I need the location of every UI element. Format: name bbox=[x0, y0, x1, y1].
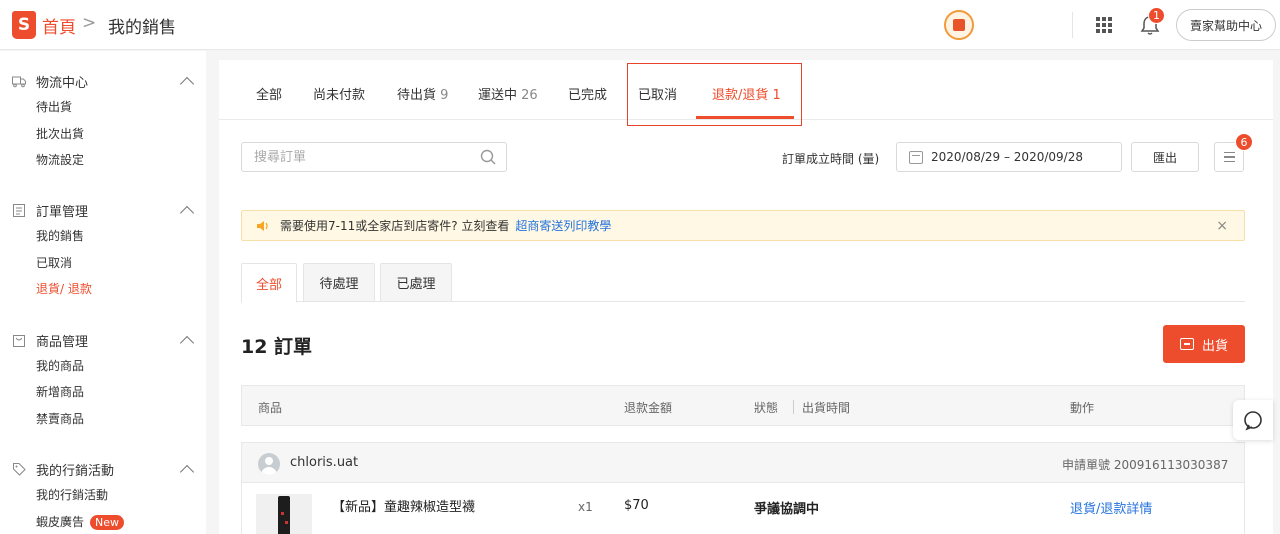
notification-badge: 1 bbox=[1148, 7, 1165, 24]
avatar[interactable] bbox=[258, 453, 280, 475]
column-header-refund-amount: 退款金額 bbox=[624, 401, 673, 415]
product-name: 【新品】童趣辣椒造型襪 bbox=[332, 500, 476, 515]
export-list-badge: 6 bbox=[1235, 133, 1253, 151]
refund-amount: $70 bbox=[624, 498, 649, 513]
order-count: 12 訂單 bbox=[241, 336, 313, 358]
subtab-pending[interactable]: 待處理 bbox=[303, 263, 375, 301]
sidebar-section-title: 訂單管理 bbox=[36, 204, 89, 220]
sidebar-item-label: 蝦皮廣告 bbox=[36, 515, 85, 529]
apps-grid-icon[interactable] bbox=[1096, 17, 1112, 33]
seller-help-center-button[interactable]: 賣家幫助中心 bbox=[1176, 9, 1276, 41]
speaker-icon bbox=[257, 220, 268, 231]
product-image[interactable] bbox=[256, 494, 312, 534]
close-icon[interactable]: × bbox=[1216, 218, 1228, 234]
printer-icon bbox=[1179, 338, 1194, 350]
chevron-up-icon[interactable] bbox=[179, 464, 195, 479]
tag-icon bbox=[12, 462, 26, 476]
column-header-action: 動作 bbox=[1070, 401, 1095, 415]
subtab-processed[interactable]: 已處理 bbox=[380, 263, 452, 301]
sidebar-section-title: 商品管理 bbox=[36, 334, 89, 350]
subtab-all[interactable]: 全部 bbox=[241, 263, 297, 303]
sidebar-item-my-sales[interactable]: 我的銷售 bbox=[36, 227, 84, 244]
ship-button[interactable]: 出貨 bbox=[1163, 325, 1245, 363]
header-divider bbox=[1072, 12, 1073, 38]
tab-unpaid[interactable]: 尚未付款 bbox=[313, 84, 365, 103]
order-status-tabs: 全部 尚未付款 待出貨 9 運送中 26 已完成 已取消 退款/退貨 1 bbox=[219, 60, 1273, 126]
product-quantity: x1 bbox=[578, 500, 593, 514]
sidebar-section-header[interactable]: 我的行銷活動 bbox=[12, 459, 195, 479]
bag-icon bbox=[12, 333, 26, 347]
notice-text: 需要使用7-11或全家店到店寄件? 立刻查看 bbox=[280, 219, 510, 233]
sidebar-item-shipping-settings[interactable]: 物流設定 bbox=[36, 151, 84, 168]
sidebar-item-to-ship[interactable]: 待出貨 bbox=[36, 98, 72, 115]
shopee-logo-icon[interactable]: S bbox=[12, 11, 36, 39]
tab-shipping[interactable]: 運送中 26 bbox=[478, 84, 538, 103]
sidebar: 物流中心 待出貨 批次出貨 物流設定 訂單管理 我的銷售 已取消 退貨/ 退款 … bbox=[0, 51, 206, 534]
sidebar-item-my-products[interactable]: 我的商品 bbox=[36, 357, 84, 374]
headset-icon bbox=[1244, 411, 1262, 431]
sidebar-item-banned-products[interactable]: 禁賣商品 bbox=[36, 410, 84, 427]
notice-link[interactable]: 超商寄送列印教學 bbox=[515, 217, 611, 234]
date-filter-label: 訂單成立時間 (量) bbox=[782, 152, 880, 166]
sidebar-section-title: 物流中心 bbox=[36, 75, 89, 91]
sidebar-item-my-marketing[interactable]: 我的行銷活動 bbox=[36, 486, 108, 503]
search-box bbox=[241, 142, 507, 172]
sidebar-section-header[interactable]: 商品管理 bbox=[12, 330, 195, 350]
clipboard-icon bbox=[12, 203, 26, 217]
column-header-status: 狀態 bbox=[754, 401, 779, 415]
ship-button-label: 出貨 bbox=[1201, 338, 1228, 354]
sidebar-section-title: 我的行銷活動 bbox=[36, 463, 115, 479]
breadcrumb-home[interactable]: 首頁 bbox=[42, 13, 76, 38]
date-range-text: 2020/08/29 – 2020/09/28 bbox=[931, 150, 1083, 164]
main-panel: 全部 尚未付款 待出貨 9 運送中 26 已完成 已取消 退款/退貨 1 訂單成… bbox=[219, 60, 1273, 534]
truck-icon bbox=[12, 74, 26, 88]
new-badge: New bbox=[90, 515, 125, 530]
refund-details-link[interactable]: 退貨/退款詳情 bbox=[1070, 498, 1152, 517]
chevron-up-icon[interactable] bbox=[179, 335, 195, 350]
search-icon[interactable] bbox=[480, 149, 496, 165]
column-divider bbox=[793, 400, 794, 414]
export-button[interactable]: 匯出 bbox=[1131, 142, 1199, 172]
search-input[interactable] bbox=[242, 143, 462, 171]
order-card-header: chloris.uat 申請單號 200916113030387 bbox=[242, 443, 1244, 483]
column-header-product: 商品 bbox=[258, 401, 283, 415]
tab-all[interactable]: 全部 bbox=[256, 84, 282, 103]
sidebar-item-add-product[interactable]: 新增商品 bbox=[36, 383, 84, 400]
tab-count: 26 bbox=[521, 88, 538, 103]
sidebar-section-header[interactable]: 訂單管理 bbox=[12, 200, 195, 220]
chevron-up-icon[interactable] bbox=[179, 76, 195, 91]
tab-completed[interactable]: 已完成 bbox=[568, 84, 607, 103]
table-header: 商品 退款金額 狀態 出貨時間 動作 bbox=[241, 385, 1245, 426]
sidebar-item-mass-ship[interactable]: 批次出貨 bbox=[36, 125, 84, 142]
breadcrumb-separator: > bbox=[82, 13, 97, 33]
top-header: S 首頁 > 我的銷售 1 賣家幫助中心 bbox=[0, 0, 1280, 50]
customer-support-button[interactable] bbox=[1233, 400, 1273, 440]
status-badge: 爭議協調中 bbox=[754, 502, 820, 517]
highlight-box bbox=[627, 63, 802, 126]
notice-banner: 需要使用7-11或全家店到店寄件? 立刻查看 超商寄送列印教學 × bbox=[241, 210, 1245, 241]
sidebar-section-header[interactable]: 物流中心 bbox=[12, 71, 195, 91]
calendar-icon bbox=[909, 150, 923, 164]
tab-count: 9 bbox=[440, 88, 449, 103]
column-header-ship-time: 出貨時間 bbox=[802, 401, 851, 415]
sidebar-item-shopee-ads[interactable]: 蝦皮廣告 New bbox=[36, 513, 125, 530]
request-number: 申請單號 200916113030387 bbox=[1062, 458, 1229, 472]
shop-emblem-icon[interactable] bbox=[944, 10, 974, 40]
chevron-up-icon[interactable] bbox=[179, 205, 195, 220]
order-card: chloris.uat 申請單號 200916113030387 【新品】童趣辣… bbox=[241, 442, 1245, 534]
tab-to-ship[interactable]: 待出貨 9 bbox=[397, 84, 448, 103]
buyer-name[interactable]: chloris.uat bbox=[290, 455, 358, 470]
breadcrumb-current: 我的銷售 bbox=[108, 18, 176, 38]
sidebar-item-return-refund[interactable]: 退貨/ 退款 bbox=[36, 280, 92, 297]
sidebar-item-cancelled[interactable]: 已取消 bbox=[36, 254, 72, 271]
date-range-picker[interactable]: 2020/08/29 – 2020/09/28 bbox=[896, 142, 1122, 172]
refund-subtabs: 全部 待處理 已處理 bbox=[241, 263, 1245, 303]
